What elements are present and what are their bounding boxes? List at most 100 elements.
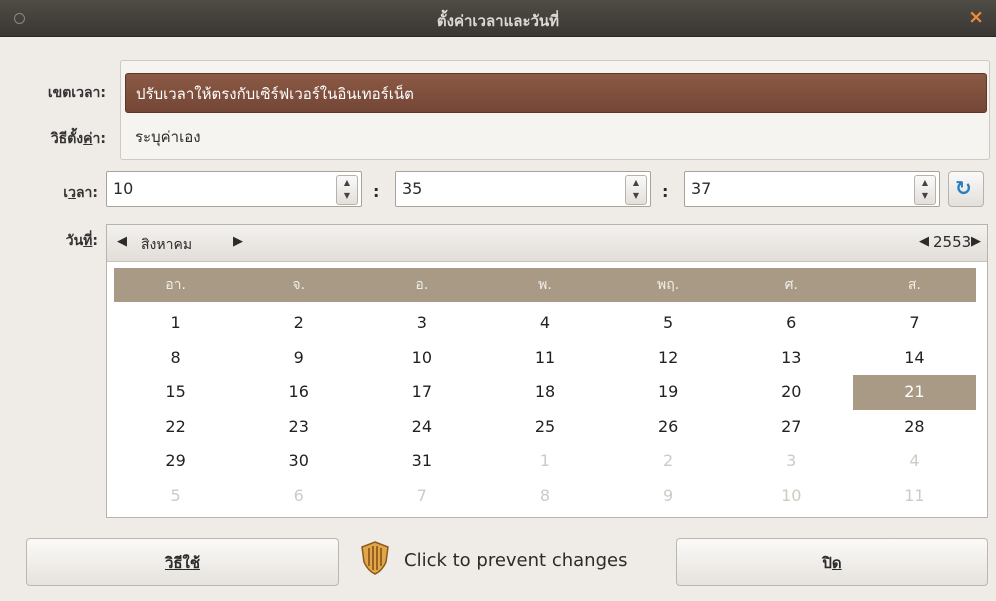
calendar-day[interactable]: 12 — [607, 341, 730, 376]
calendar-day[interactable]: 28 — [853, 410, 976, 445]
time-separator: : — [373, 182, 380, 201]
calendar-day[interactable]: 14 — [853, 341, 976, 376]
calendar-header: ◀ สิงหาคม ▶ ◀ 2553 ▶ — [107, 225, 987, 262]
calendar-day[interactable]: 1 — [114, 306, 237, 341]
calendar-day[interactable]: 7 — [853, 306, 976, 341]
calendar-day[interactable]: 29 — [114, 444, 237, 479]
prev-month-icon[interactable]: ◀ — [117, 234, 127, 249]
calendar-day[interactable]: 31 — [360, 444, 483, 479]
weekday-label: พฤ. — [657, 277, 680, 293]
calendar-day[interactable]: 10 — [730, 479, 853, 514]
calendar-day[interactable]: 2 — [607, 444, 730, 479]
minute-value: 35 — [402, 179, 423, 198]
calendar-day[interactable]: 19 — [607, 375, 730, 410]
calendar-day[interactable]: 1 — [483, 444, 606, 479]
calendar-day-selected[interactable]: 21 — [852, 375, 976, 410]
date-label-mnemonic: ที่ — [83, 233, 93, 249]
calendar-week-row: 1234567 — [114, 306, 976, 341]
time-label-end: ลา: — [75, 185, 98, 201]
weekday-label: ส. — [907, 277, 921, 293]
title-bar: ตั้งค่าเวลาและวันที่ × — [0, 0, 996, 37]
next-month-icon[interactable]: ▶ — [233, 234, 243, 249]
calendar-day[interactable]: 20 — [730, 375, 853, 410]
lock-text[interactable]: Click to prevent changes — [404, 550, 627, 571]
minute-stepper-icon[interactable]: ▲ ▼ — [625, 175, 647, 205]
calendar-day[interactable]: 24 — [360, 410, 483, 445]
next-year-icon[interactable]: ▶ — [971, 234, 981, 249]
calendar-day[interactable]: 10 — [360, 341, 483, 376]
second-stepper-icon[interactable]: ▲ ▼ — [914, 175, 936, 205]
calendar-day[interactable]: 13 — [730, 341, 853, 376]
calendar-day[interactable]: 8 — [483, 479, 606, 514]
minute-spinner[interactable]: 35 ▲ ▼ — [395, 171, 651, 207]
calendar-week-row: 8 9 10 11 12 13 14 — [114, 341, 976, 376]
calendar-year: 2553 — [933, 233, 972, 251]
calendar-day[interactable]: 5 — [114, 479, 237, 514]
hour-value: 10 — [113, 179, 134, 198]
close-button-mnemonic: ด — [831, 554, 842, 572]
calendar-day[interactable]: 4 — [853, 444, 976, 479]
calendar-day[interactable]: 9 — [607, 479, 730, 514]
window-title: ตั้งค่าเวลาและวันที่ — [436, 12, 560, 30]
method-option-manual[interactable]: ระบุค่าเอง — [125, 117, 987, 157]
calendar-day[interactable]: 27 — [730, 410, 853, 445]
weekday-label: จ. — [292, 277, 306, 293]
calendar-day[interactable]: 3 — [360, 306, 483, 341]
time-label-mnemonic: ว — [68, 185, 76, 201]
calendar-day[interactable]: 15 — [114, 375, 237, 410]
second-value: 37 — [691, 179, 712, 198]
weekday-label: ศ. — [784, 277, 798, 293]
calendar-week-row: 29 30 31 1 2 3 4 — [114, 444, 976, 479]
close-button[interactable]: ปิด — [676, 538, 988, 586]
calendar-day[interactable]: 4 — [483, 306, 606, 341]
calendar-day[interactable]: 17 — [360, 375, 483, 410]
close-icon[interactable]: × — [968, 6, 984, 28]
calendar-day[interactable]: 11 — [483, 341, 606, 376]
calendar-day[interactable]: 3 — [730, 444, 853, 479]
time-label: เวลา: — [8, 182, 98, 204]
weekday-header: อา. จ. อ. พ. พฤ. ศ. ส. — [114, 268, 976, 302]
calendar-day[interactable]: 5 — [607, 306, 730, 341]
calendar-week-row: 5 6 7 8 9 10 11 — [114, 479, 976, 514]
date-label-end: : — [92, 233, 98, 249]
weekday-label: พ. — [538, 277, 552, 293]
method-option-internet[interactable]: ปรับเวลาให้ตรงกับเซิร์ฟเวอร์ในอินเทอร์เน… — [125, 73, 987, 113]
timezone-label: เขตเวลา: — [47, 85, 106, 101]
method-label: วิธีตั้งค่า: — [8, 128, 106, 150]
calendar-day[interactable]: 18 — [483, 375, 606, 410]
calendar-week-row: 15 16 17 18 19 20 21 — [114, 375, 976, 410]
calendar-day[interactable]: 8 — [114, 341, 237, 376]
date-label-text: วัน — [65, 233, 84, 249]
hour-spinner[interactable]: 10 ▲ ▼ — [106, 171, 362, 207]
shield-lock-icon[interactable] — [360, 540, 390, 576]
help-button[interactable]: วิธีใช้ — [26, 538, 339, 586]
calendar-day[interactable]: 2 — [237, 306, 360, 341]
calendar-day[interactable]: 6 — [730, 306, 853, 341]
weekday-label: อา. — [165, 277, 186, 293]
help-button-label: วิธีใช้ — [164, 554, 201, 572]
calendar-day[interactable]: 25 — [483, 410, 606, 445]
calendar-day[interactable]: 23 — [237, 410, 360, 445]
refresh-icon: ↻ — [955, 176, 972, 200]
second-spinner[interactable]: 37 ▲ ▼ — [684, 171, 940, 207]
calendar-grid: 1 2 3 4 5 6 7 8 9 10 11 12 13 14 15 16 17 18 19 20 21 22 23 24 2… — [114, 306, 976, 513]
method-label-text: วิธีตั้ง — [50, 131, 84, 147]
calendar-day[interactable]: 11 — [853, 479, 976, 514]
method-label-mnemonic: ค่ — [83, 131, 93, 147]
calendar-month: สิงหาคม — [141, 237, 193, 253]
calendar-week-row: 22 23 24 25 26 27 28 — [114, 410, 976, 445]
calendar-day[interactable]: 6 — [237, 479, 360, 514]
date-label: วันที่: — [8, 230, 98, 252]
refresh-button[interactable]: ↻ — [948, 171, 984, 207]
calendar-day[interactable]: 9 — [237, 341, 360, 376]
weekday-label: อ. — [415, 277, 429, 293]
calendar-day[interactable]: 30 — [237, 444, 360, 479]
time-separator: : — [662, 182, 669, 201]
calendar-day[interactable]: 22 — [114, 410, 237, 445]
calendar-day[interactable]: 26 — [607, 410, 730, 445]
calendar-day[interactable]: 16 — [237, 375, 360, 410]
prev-year-icon[interactable]: ◀ — [919, 234, 929, 249]
calendar-day[interactable]: 7 — [360, 479, 483, 514]
method-list: ปรับเวลาให้ตรงกับเซิร์ฟเวอร์ในอินเทอร์เน… — [120, 60, 990, 160]
hour-stepper-icon[interactable]: ▲ ▼ — [336, 175, 358, 205]
